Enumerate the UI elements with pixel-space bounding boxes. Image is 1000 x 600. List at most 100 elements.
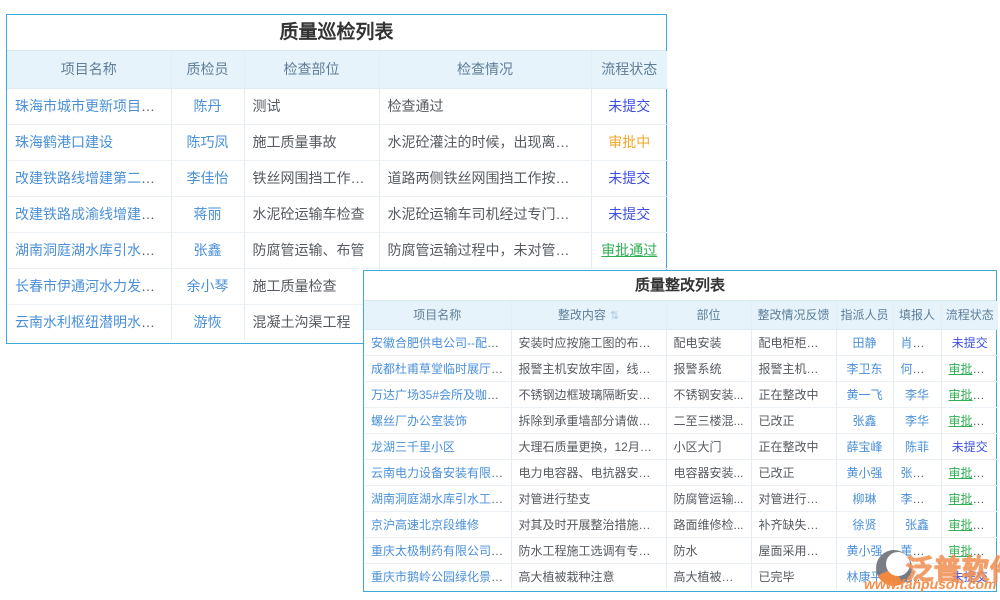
column-header-label: 整改内容 bbox=[558, 308, 606, 322]
column-header-feedback[interactable]: 整改情况反馈 bbox=[751, 301, 836, 329]
status-badge[interactable]: 审批通过 bbox=[949, 518, 997, 532]
status-badge[interactable]: 审批中 bbox=[608, 134, 650, 150]
inspector-cell: 张鑫 bbox=[171, 232, 244, 268]
project-link[interactable]: 改建铁路成渝线增建第... bbox=[15, 206, 167, 222]
column-header-part[interactable]: 部位 bbox=[666, 301, 751, 329]
status-badge[interactable]: 未提交 bbox=[608, 98, 650, 114]
column-header-project[interactable]: 项目名称 bbox=[364, 301, 511, 329]
sort-icon[interactable]: ⇅ bbox=[610, 310, 619, 322]
project-link[interactable]: 重庆太极制药有限公司亳州中... bbox=[371, 544, 511, 558]
project-link[interactable]: 万达广场35#会所及咖啡厅空... bbox=[371, 388, 511, 402]
status-badge[interactable]: 未提交 bbox=[952, 440, 988, 454]
column-header-status[interactable]: 流程状态 bbox=[591, 51, 667, 88]
status-badge[interactable]: 审批通过 bbox=[949, 492, 997, 506]
assignee-link[interactable]: 柳琳 bbox=[852, 492, 876, 506]
assignee-link[interactable]: 田静 bbox=[852, 336, 876, 350]
status-cell: 未提交 bbox=[941, 563, 998, 589]
column-header-project[interactable]: 项目名称 bbox=[7, 51, 171, 88]
assignee-link[interactable]: 黄一飞 bbox=[846, 388, 882, 402]
reporter-cell: 范思哲 bbox=[893, 563, 941, 589]
table-row: 重庆市鹅岭公园绿化景观提升...高大植被栽种注意高大植被栽种已完毕林康平范思哲未… bbox=[364, 563, 998, 589]
project-link[interactable]: 安徽合肥供电公司--配电设备... bbox=[371, 336, 511, 350]
project-link[interactable]: 珠海市城市更新项目紫... bbox=[15, 98, 167, 114]
reporter-link[interactable]: 李华 bbox=[905, 388, 929, 402]
reporter-link[interactable]: 张小东 bbox=[901, 466, 937, 480]
project-cell: 京沪高速北京段维修 bbox=[364, 511, 511, 537]
project-link[interactable]: 螺丝厂办公室装饰 bbox=[371, 414, 467, 428]
project-link[interactable]: 云南电力设备安装有限公司20... bbox=[371, 466, 511, 480]
inspector-cell: 陈丹 bbox=[171, 88, 244, 124]
inspector-link[interactable]: 蒋丽 bbox=[194, 206, 222, 222]
project-cell: 龙湖三千里小区 bbox=[364, 433, 511, 459]
reporter-link[interactable]: 肖亚军 bbox=[901, 336, 937, 350]
part-cell: 防腐管运输... bbox=[666, 485, 751, 511]
project-link[interactable]: 珠海鹤港口建设 bbox=[15, 134, 113, 150]
project-link[interactable]: 龙湖三千里小区 bbox=[371, 440, 455, 454]
reporter-link[interactable]: 张鑫 bbox=[905, 518, 929, 532]
status-cell: 未提交 bbox=[591, 88, 667, 124]
status-badge[interactable]: 审批通过 bbox=[949, 388, 997, 402]
table-row: 螺丝厂办公室装饰拆除到承重墙部分请做好加固...二至三楼混...已改正张鑫李华审… bbox=[364, 407, 998, 433]
feedback-cell: 正在整改中 bbox=[751, 433, 836, 459]
project-link[interactable]: 云南水利枢纽潜明水库... bbox=[15, 314, 167, 330]
assignee-link[interactable]: 林康平 bbox=[846, 570, 882, 584]
column-header-reporter[interactable]: 填报人 bbox=[893, 301, 941, 329]
column-header-label: 质检员 bbox=[187, 61, 229, 77]
reporter-link[interactable]: 何芷茵 bbox=[901, 362, 937, 376]
assignee-cell: 田静 bbox=[836, 329, 893, 355]
inspector-link[interactable]: 余小琴 bbox=[187, 278, 229, 294]
inspector-cell: 蒋丽 bbox=[171, 196, 244, 232]
inspector-link[interactable]: 李佳怡 bbox=[187, 170, 229, 186]
project-link[interactable]: 湖南洞庭湖水库引水工程施工标 bbox=[371, 492, 511, 506]
project-cell: 重庆市鹅岭公园绿化景观提升... bbox=[364, 563, 511, 589]
status-badge[interactable]: 审批通过 bbox=[949, 414, 997, 428]
inspector-link[interactable]: 陈巧凤 bbox=[187, 134, 229, 150]
column-header-situation[interactable]: 检查情况 bbox=[379, 51, 591, 88]
status-badge[interactable]: 未提交 bbox=[608, 170, 650, 186]
reporter-link[interactable]: 陈菲 bbox=[905, 440, 929, 454]
status-badge[interactable]: 审批通过 bbox=[949, 466, 997, 480]
project-link[interactable]: 湖南洞庭湖水库引水工... bbox=[15, 242, 167, 258]
inspector-cell: 余小琴 bbox=[171, 268, 244, 304]
reporter-cell: 张小东 bbox=[893, 459, 941, 485]
reporter-link[interactable]: 李华 bbox=[905, 414, 929, 428]
project-link[interactable]: 长春市伊通河水力发电... bbox=[15, 278, 167, 294]
status-badge[interactable]: 未提交 bbox=[608, 206, 650, 222]
inspector-link[interactable]: 游恢 bbox=[194, 314, 222, 330]
project-link[interactable]: 改建铁路线增建第二线... bbox=[15, 170, 167, 186]
status-badge[interactable]: 审批通过 bbox=[949, 362, 997, 376]
status-badge[interactable]: 审批通过 bbox=[601, 242, 657, 258]
assignee-link[interactable]: 黄小强 bbox=[846, 544, 882, 558]
table-row: 龙湖三千里小区大理石质量更换，12月31日之...小区大门正在整改中薛宝峰陈菲未… bbox=[364, 433, 998, 459]
feedback-cell: 正在整改中 bbox=[751, 381, 836, 407]
column-header-content[interactable]: 整改内容 ⇅ bbox=[511, 301, 666, 329]
reporter-link[interactable]: 董清平 bbox=[901, 544, 937, 558]
assignee-link[interactable]: 李卫东 bbox=[846, 362, 882, 376]
column-header-status[interactable]: 流程状态 bbox=[941, 301, 998, 329]
assignee-link[interactable]: 张鑫 bbox=[852, 414, 876, 428]
inspector-link[interactable]: 张鑫 bbox=[194, 242, 222, 258]
status-cell: 未提交 bbox=[941, 433, 998, 459]
project-link[interactable]: 成都杜甫草堂临时展厅独立展... bbox=[371, 362, 511, 376]
assignee-link[interactable]: 徐贤 bbox=[852, 518, 876, 532]
column-header-label: 检查部位 bbox=[284, 61, 340, 77]
status-badge[interactable]: 未提交 bbox=[952, 336, 988, 350]
feedback-cell: 报警主机安放... bbox=[751, 355, 836, 381]
status-badge[interactable]: 未提交 bbox=[952, 570, 988, 584]
status-cell: 审批中 bbox=[591, 124, 667, 160]
assignee-cell: 张鑫 bbox=[836, 407, 893, 433]
project-link[interactable]: 重庆市鹅岭公园绿化景观提升... bbox=[371, 570, 511, 584]
feedback-cell: 配电柜柜体与... bbox=[751, 329, 836, 355]
reporter-link[interactable]: 李若若 bbox=[901, 492, 937, 506]
page: 质量巡检列表 项目名称质检员检查部位检查情况流程状态 珠海市城市更新项目紫...… bbox=[0, 0, 1000, 600]
assignee-link[interactable]: 黄小强 bbox=[846, 466, 882, 480]
column-header-part[interactable]: 检查部位 bbox=[244, 51, 379, 88]
assignee-link[interactable]: 薛宝峰 bbox=[846, 440, 882, 454]
column-header-assignee[interactable]: 指派人员 bbox=[836, 301, 893, 329]
status-badge[interactable]: 审批通过 bbox=[949, 544, 997, 558]
project-link[interactable]: 京沪高速北京段维修 bbox=[371, 518, 479, 532]
inspector-link[interactable]: 陈丹 bbox=[194, 98, 222, 114]
reporter-link[interactable]: 范思哲 bbox=[901, 570, 937, 584]
column-header-inspector[interactable]: 质检员 bbox=[171, 51, 244, 88]
content-cell: 防水工程施工选调有专业资质... bbox=[511, 537, 666, 563]
